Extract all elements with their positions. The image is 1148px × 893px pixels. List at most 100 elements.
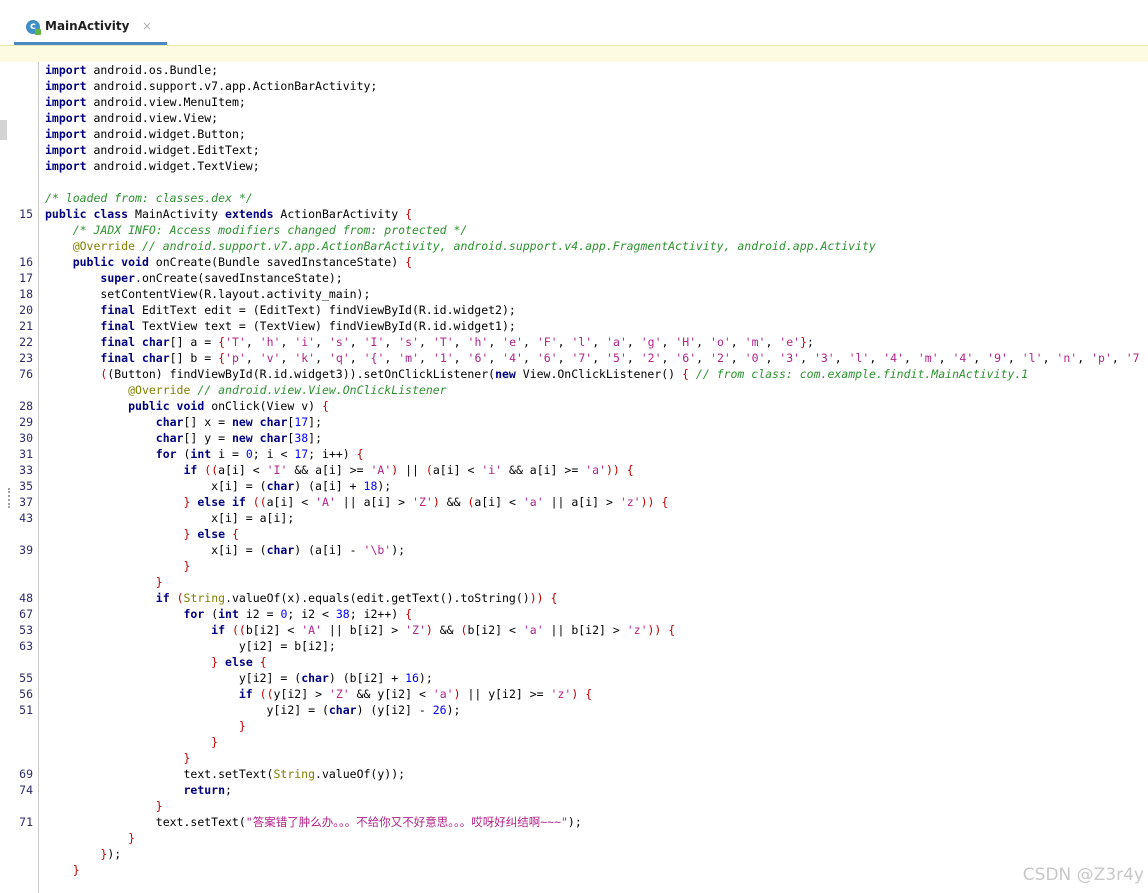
code-line[interactable]: setContentView(R.layout.activity_main); xyxy=(45,286,370,302)
code-line[interactable]: } xyxy=(45,574,163,590)
code-line[interactable]: } else if ((a[i] < 'A' || a[i] > 'Z') &&… xyxy=(45,494,668,510)
code-line[interactable]: import android.os.Bundle; xyxy=(45,62,218,78)
code-line[interactable]: } xyxy=(45,798,163,814)
code-line[interactable]: /* loaded from: classes.dex */ xyxy=(45,190,253,206)
line-number: 39 xyxy=(19,543,33,557)
code-line[interactable]: char[] x = new char[17]; xyxy=(45,414,322,430)
code-line[interactable]: return; xyxy=(45,782,231,798)
code-line[interactable]: ((Button) findViewById(R.id.widget3)).se… xyxy=(45,366,1028,382)
line-number: 30 xyxy=(19,431,33,445)
line-number xyxy=(0,558,33,574)
line-number: 21 xyxy=(19,319,33,333)
code-line[interactable]: } else { xyxy=(45,654,266,670)
line-number: 74 xyxy=(19,783,33,797)
line-number: 67 xyxy=(19,607,33,621)
line-number xyxy=(0,382,33,398)
code-line[interactable]: import android.view.MenuItem; xyxy=(45,94,246,110)
code-line[interactable]: super.onCreate(savedInstanceState); xyxy=(45,270,342,286)
code-line[interactable]: x[i] = a[i]; xyxy=(45,510,294,526)
code-line[interactable]: import android.support.v7.app.ActionBarA… xyxy=(45,78,377,94)
code-line[interactable]: final EditText edit = (EditText) findVie… xyxy=(45,302,515,318)
tab-mainactivity[interactable]: c MainActivity × xyxy=(14,10,167,45)
line-number: 53 xyxy=(19,623,33,637)
line-number xyxy=(0,94,33,110)
line-number: 22 xyxy=(19,335,33,349)
class-badge-icon xyxy=(35,29,41,35)
code-line[interactable]: x[i] = (char) (a[i] + 18); xyxy=(45,478,391,494)
line-number: 63 xyxy=(19,639,33,653)
code-line[interactable]: @Override // android.support.v7.app.Acti… xyxy=(45,238,876,254)
code-line[interactable]: if ((a[i] < 'I' && a[i] >= 'A') || (a[i]… xyxy=(45,462,633,478)
line-number: 17 xyxy=(19,271,33,285)
code-line[interactable]: import android.widget.TextView; xyxy=(45,158,260,174)
line-number xyxy=(0,174,33,190)
watermark: CSDN @Z3r4y xyxy=(1022,865,1144,885)
line-number xyxy=(0,734,33,750)
code-line[interactable]: for (int i2 = 0; i2 < 38; i2++) { xyxy=(45,606,412,622)
line-number xyxy=(0,798,33,814)
line-number xyxy=(0,190,33,206)
line-number: 18 xyxy=(19,287,33,301)
line-number xyxy=(0,750,33,766)
line-number: 55 xyxy=(19,671,33,685)
line-number: 20 xyxy=(19,303,33,317)
line-number: 43 xyxy=(19,511,33,525)
code-line[interactable]: if ((y[i2] > 'Z' && y[i2] < 'a') || y[i2… xyxy=(45,686,592,702)
editor-tab-bar: c MainActivity × xyxy=(0,0,1148,45)
line-number: 23 xyxy=(19,351,33,365)
line-number xyxy=(0,862,33,878)
line-number xyxy=(0,654,33,670)
line-number: 16 xyxy=(19,255,33,269)
code-line[interactable]: y[i2] = b[i2]; xyxy=(45,638,336,654)
code-line[interactable]: public class MainActivity extends Action… xyxy=(45,206,412,222)
code-line[interactable]: text.setText(String.valueOf(y)); xyxy=(45,766,405,782)
line-number: 76 xyxy=(19,367,33,381)
line-number xyxy=(0,830,33,846)
code-line[interactable]: if ((b[i2] < 'A' || b[i2] > 'Z') && (b[i… xyxy=(45,622,675,638)
code-line[interactable]: public void onClick(View v) { xyxy=(45,398,329,414)
code-line[interactable]: } xyxy=(45,750,190,766)
code-line[interactable]: } xyxy=(45,558,190,574)
line-number xyxy=(0,846,33,862)
code-line[interactable]: } xyxy=(45,734,218,750)
code-line[interactable]: for (int i = 0; i < 17; i++) { xyxy=(45,446,364,462)
code-line[interactable]: x[i] = (char) (a[i] - '\b'); xyxy=(45,542,405,558)
code-line[interactable]: text.setText("答案错了肿么办。。。不给你又不好意思。。。哎呀好纠结… xyxy=(45,814,582,830)
close-icon[interactable]: × xyxy=(142,19,152,33)
code-line[interactable]: } else { xyxy=(45,526,238,542)
code-line[interactable]: char[] y = new char[38]; xyxy=(45,430,322,446)
code-line[interactable]: } xyxy=(45,718,246,734)
line-number: 48 xyxy=(19,591,33,605)
code-line[interactable]: public void onCreate(Bundle savedInstanc… xyxy=(45,254,412,270)
code-line[interactable]: y[i2] = (char) (b[i2] + 16); xyxy=(45,670,433,686)
code-line[interactable]: }); xyxy=(45,846,121,862)
line-number xyxy=(0,238,33,254)
code-line[interactable]: } xyxy=(45,862,80,878)
tab-title: MainActivity xyxy=(45,19,130,33)
code-line[interactable]: y[i2] = (char) (y[i2] - 26); xyxy=(45,702,461,718)
code-line[interactable]: final TextView text = (TextView) findVie… xyxy=(45,318,515,334)
code-line[interactable]: final char[] a = {'T', 'h', 'i', 's', 'I… xyxy=(45,334,814,350)
code-line[interactable]: @Override // android.view.View.OnClickLi… xyxy=(45,382,447,398)
code-line[interactable]: if (String.valueOf(x).equals(edit.getTex… xyxy=(45,590,558,606)
line-number: 51 xyxy=(19,703,33,717)
code-line[interactable]: } xyxy=(45,830,135,846)
line-number xyxy=(0,222,33,238)
line-number: 71 xyxy=(19,815,33,829)
code-line[interactable]: final char[] b = {'p', 'v', 'k', 'q', '{… xyxy=(45,350,1139,366)
line-number: 31 xyxy=(19,447,33,461)
line-number xyxy=(0,142,33,158)
code-line[interactable]: import android.widget.EditText; xyxy=(45,142,260,158)
code-line[interactable]: /* JADX INFO: Access modifiers changed f… xyxy=(45,222,468,238)
line-number: 29 xyxy=(19,415,33,429)
line-number: 15 xyxy=(19,207,33,221)
line-number xyxy=(0,718,33,734)
code-line[interactable]: import android.view.View; xyxy=(45,110,218,126)
code-line[interactable]: import android.widget.Button; xyxy=(45,126,246,142)
current-line-highlight xyxy=(0,45,1148,62)
line-number xyxy=(0,78,33,94)
line-number: 28 xyxy=(19,399,33,413)
line-number: 56 xyxy=(19,687,33,701)
line-number xyxy=(0,574,33,590)
line-number xyxy=(0,126,33,142)
